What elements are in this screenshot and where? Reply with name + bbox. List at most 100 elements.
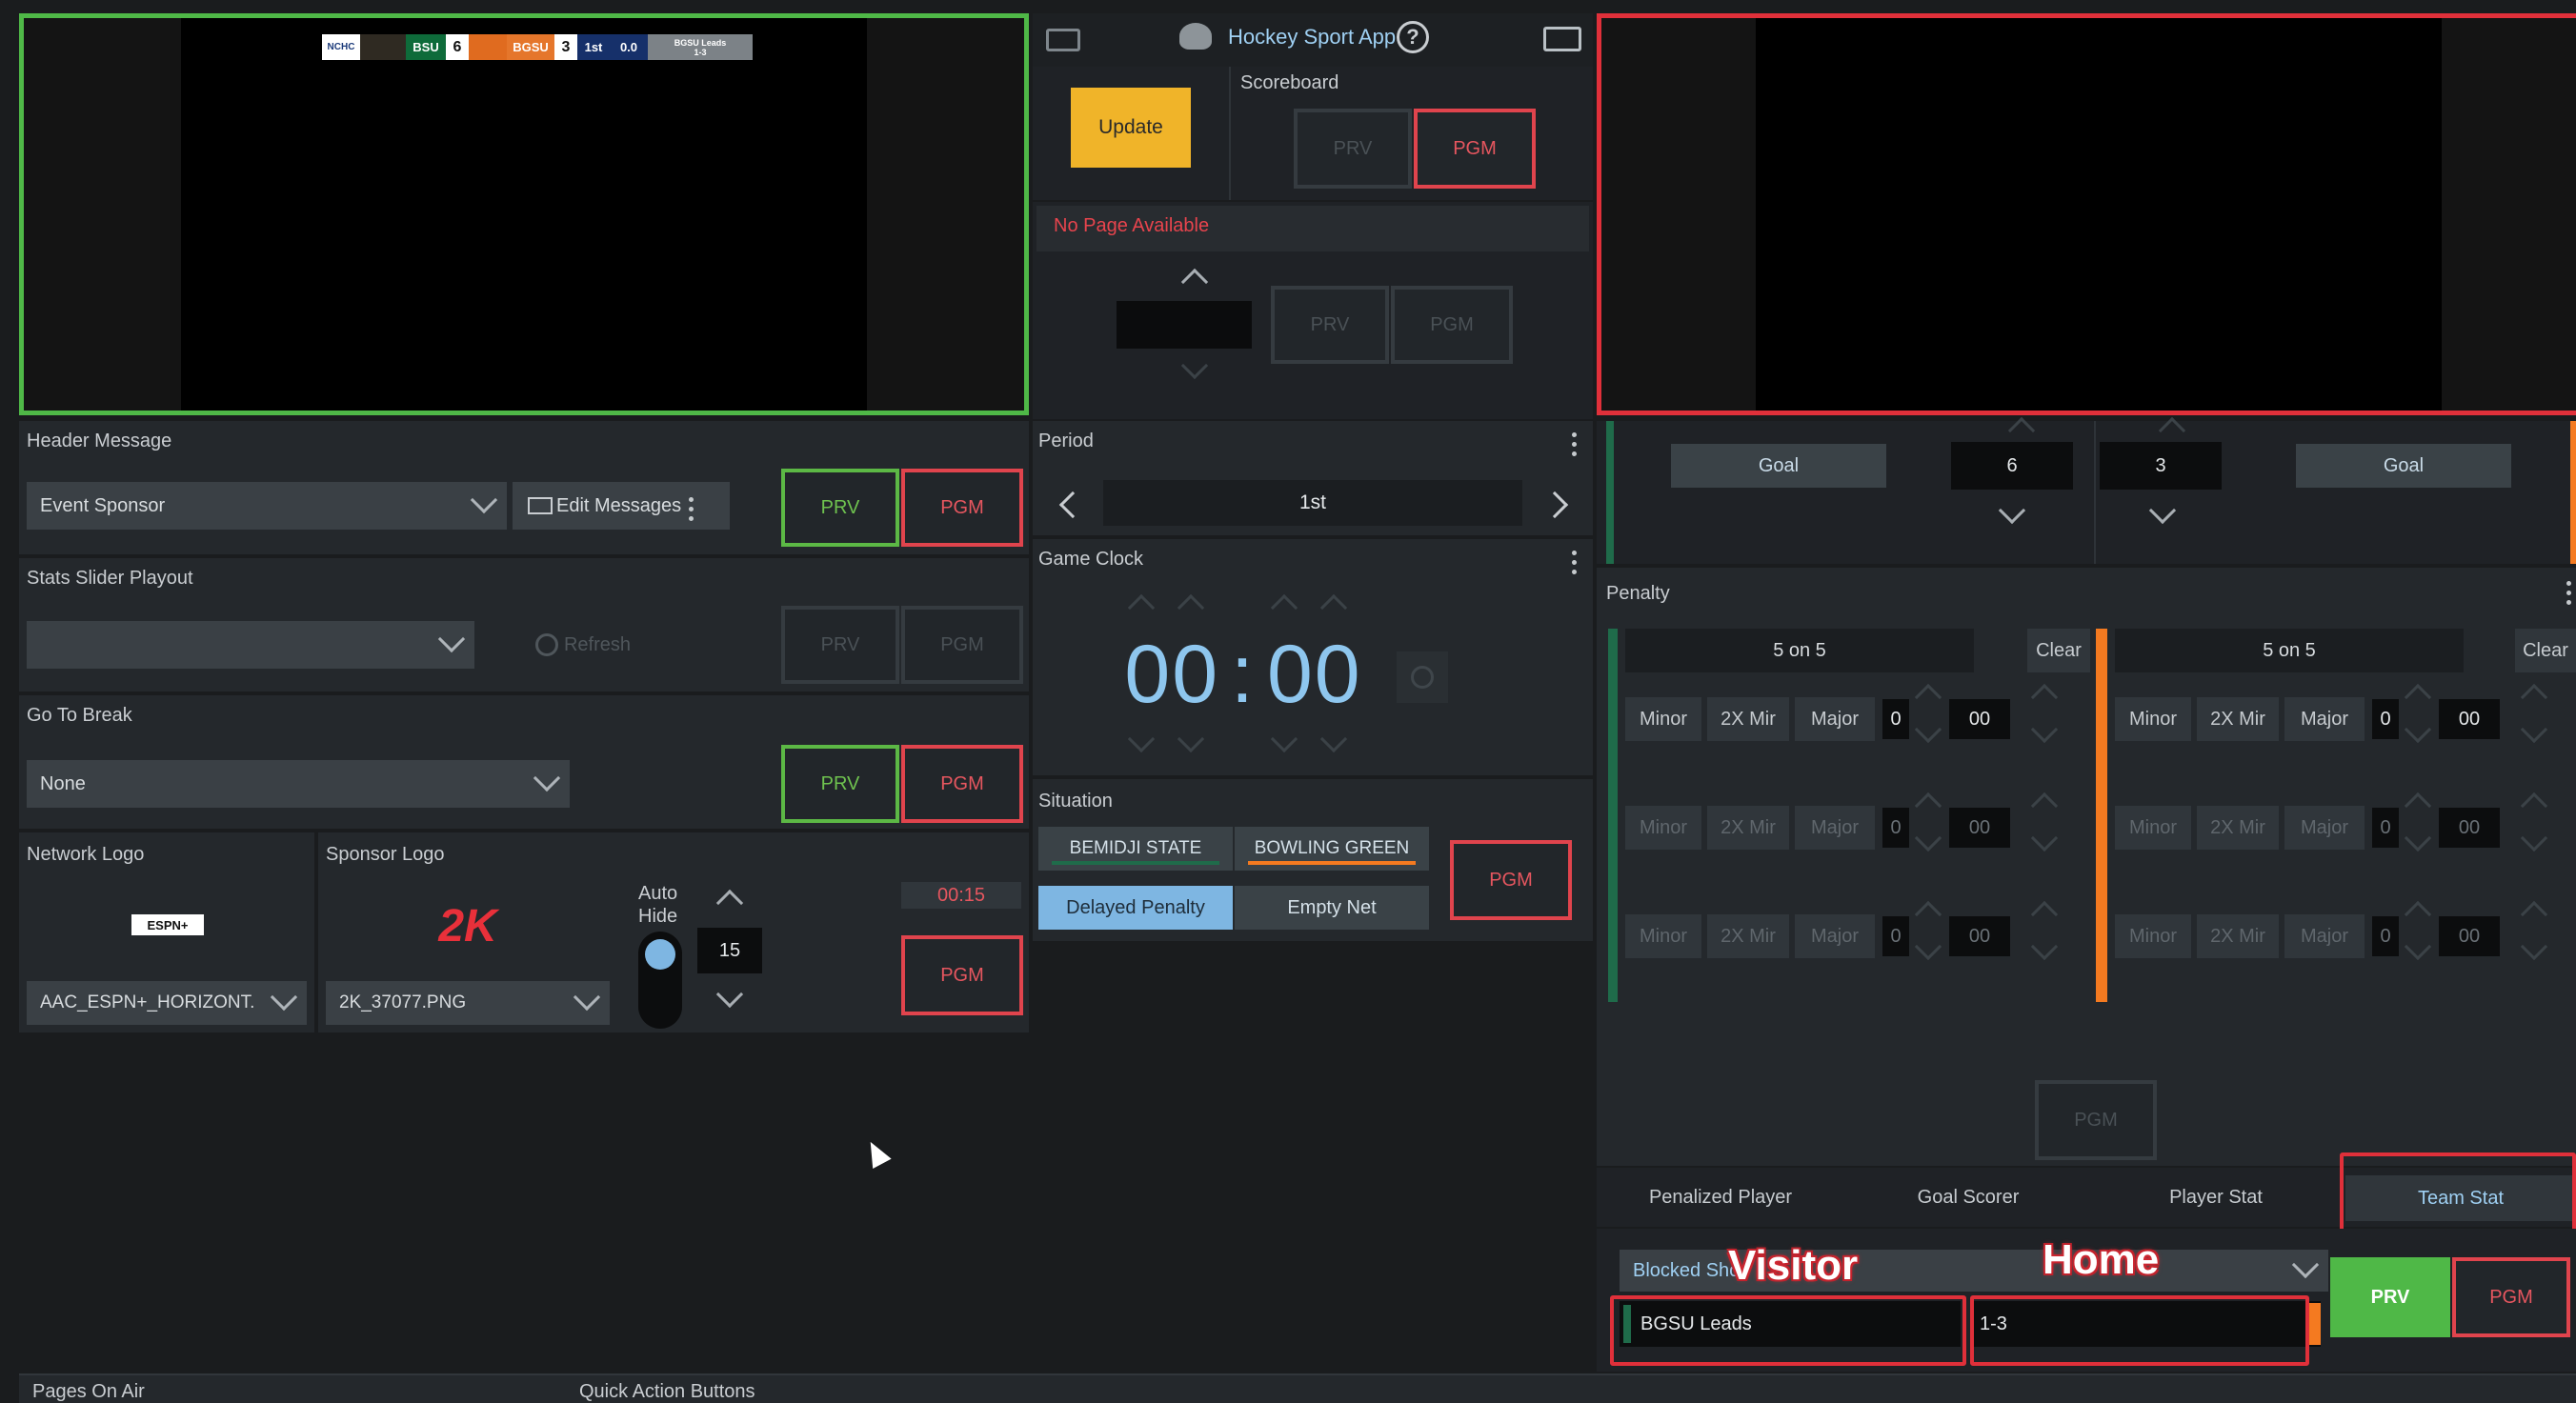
update-button[interactable]: Update — [1071, 88, 1191, 168]
visitor-2x-minor-button[interactable]: 2X Mir — [1707, 914, 1789, 958]
home-time-up-icon[interactable] — [2520, 792, 2548, 820]
page-pgm-button[interactable]: PGM — [1391, 286, 1513, 364]
visitor-score-down-icon[interactable] — [1998, 496, 2026, 525]
visitor-penalty-time[interactable]: 00 — [1949, 699, 2010, 739]
situation-pgm-button[interactable]: PGM — [1450, 840, 1572, 920]
home-time-up-icon[interactable] — [2520, 683, 2548, 712]
visitor-penalty-count[interactable]: 0 — [1882, 808, 1909, 848]
header-message-pgm-button[interactable]: PGM — [901, 469, 1023, 547]
visitor-time-down-icon[interactable] — [2030, 932, 2059, 961]
stats-slider-prv-button[interactable]: PRV — [781, 606, 899, 684]
visitor-count-down-icon[interactable] — [1914, 824, 1942, 852]
min-tens-down-icon[interactable] — [1127, 725, 1156, 753]
scoreboard-prv-button[interactable]: PRV — [1294, 109, 1412, 189]
penalty-pgm-button[interactable]: PGM — [2035, 1080, 2157, 1160]
home-count-down-icon[interactable] — [2404, 715, 2432, 744]
home-time-down-icon[interactable] — [2520, 824, 2548, 852]
visitor-minor-button[interactable]: Minor — [1625, 914, 1701, 958]
min-tens-up-icon[interactable] — [1127, 593, 1156, 622]
min-ones-down-icon[interactable] — [1177, 725, 1205, 753]
visitor-count-up-icon[interactable] — [1914, 792, 1942, 820]
visitor-score-up-icon[interactable] — [2007, 416, 2036, 445]
period-next-icon[interactable] — [1540, 491, 1569, 519]
team-stat-pgm-button[interactable]: PGM — [2452, 1257, 2570, 1337]
home-time-down-icon[interactable] — [2520, 932, 2548, 961]
home-2x-minor-button[interactable]: 2X Mir — [2197, 914, 2279, 958]
visitor-goal-button[interactable]: Goal — [1671, 444, 1886, 488]
page-up-icon[interactable] — [1180, 268, 1209, 296]
visitor-count-down-icon[interactable] — [1914, 932, 1942, 961]
home-penalty-time[interactable]: 00 — [2439, 916, 2500, 956]
home-2x-minor-button[interactable]: 2X Mir — [2197, 806, 2279, 850]
home-penalty-count[interactable]: 0 — [2372, 916, 2399, 956]
go-to-break-select[interactable]: None — [27, 760, 570, 808]
visitor-penalty-time[interactable]: 00 — [1949, 808, 2010, 848]
visitor-minor-button[interactable]: Minor — [1625, 697, 1701, 741]
visitor-count-up-icon[interactable] — [1914, 683, 1942, 712]
visitor-2x-minor-button[interactable]: 2X Mir — [1707, 697, 1789, 741]
visitor-score-value[interactable]: 6 — [1951, 442, 2073, 490]
tab-goal-scorer[interactable]: Goal Scorer — [1844, 1168, 2092, 1227]
min-ones-up-icon[interactable] — [1177, 593, 1205, 622]
visitor-penalty-count[interactable]: 0 — [1882, 699, 1909, 739]
home-minor-button[interactable]: Minor — [2115, 806, 2191, 850]
auto-hide-value[interactable]: 15 — [697, 928, 762, 973]
sponsor-logo-pgm-button[interactable]: PGM — [901, 935, 1023, 1015]
home-major-button[interactable]: Major — [2284, 697, 2365, 741]
more-options-icon[interactable] — [689, 497, 694, 526]
home-count-up-icon[interactable] — [2404, 683, 2432, 712]
tab-penalized-player[interactable]: Penalized Player — [1597, 1168, 1844, 1227]
sponsor-logo-select[interactable]: 2K_37077.PNG — [326, 981, 610, 1025]
header-message-prv-button[interactable]: PRV — [781, 469, 899, 547]
visitor-time-up-icon[interactable] — [2030, 900, 2059, 929]
visitor-time-up-icon[interactable] — [2030, 683, 2059, 712]
refresh-button[interactable]: Refresh — [516, 621, 650, 669]
stats-slider-select[interactable] — [27, 621, 474, 669]
page-number-field[interactable] — [1117, 301, 1252, 349]
tab-player-stat[interactable]: Player Stat — [2092, 1168, 2340, 1227]
home-major-button[interactable]: Major — [2284, 914, 2365, 958]
visitor-count-up-icon[interactable] — [1914, 900, 1942, 929]
go-to-break-prv-button[interactable]: PRV — [781, 745, 899, 823]
team-stat-select[interactable]: Blocked Sho — [1620, 1250, 2328, 1292]
penalty-more-icon[interactable] — [2566, 581, 2572, 610]
network-logo-select[interactable]: AAC_ESPN+_HORIZONT. — [27, 981, 307, 1025]
scoreboard-pgm-button[interactable]: PGM — [1414, 109, 1536, 189]
home-goal-button[interactable]: Goal — [2296, 444, 2511, 488]
home-major-button[interactable]: Major — [2284, 806, 2365, 850]
page-down-icon[interactable] — [1180, 351, 1209, 380]
game-clock-more-icon[interactable] — [1572, 551, 1578, 579]
visitor-count-down-icon[interactable] — [1914, 715, 1942, 744]
visitor-clear-button[interactable]: Clear — [2027, 629, 2090, 672]
home-count-up-icon[interactable] — [2404, 792, 2432, 820]
sec-tens-down-icon[interactable] — [1270, 725, 1298, 753]
visitor-time-down-icon[interactable] — [2030, 715, 2059, 744]
home-penalty-count[interactable]: 0 — [2372, 808, 2399, 848]
visitor-2x-minor-button[interactable]: 2X Mir — [1707, 806, 1789, 850]
home-count-up-icon[interactable] — [2404, 900, 2432, 929]
visitor-major-button[interactable]: Major — [1795, 914, 1875, 958]
home-time-down-icon[interactable] — [2520, 715, 2548, 744]
sec-ones-down-icon[interactable] — [1319, 725, 1348, 753]
situation-home-button[interactable]: BOWLING GREEN — [1235, 827, 1429, 871]
home-minor-button[interactable]: Minor — [2115, 697, 2191, 741]
home-penalty-count[interactable]: 0 — [2372, 699, 2399, 739]
go-to-break-pgm-button[interactable]: PGM — [901, 745, 1023, 823]
visitor-penalty-time[interactable]: 00 — [1949, 916, 2010, 956]
home-minor-button[interactable]: Minor — [2115, 914, 2191, 958]
home-score-up-icon[interactable] — [2158, 416, 2186, 445]
clock-reset-icon[interactable] — [1397, 651, 1448, 703]
home-clear-button[interactable]: Clear — [2515, 629, 2576, 672]
visitor-time-down-icon[interactable] — [2030, 824, 2059, 852]
situation-visitor-button[interactable]: BEMIDJI STATE — [1038, 827, 1233, 871]
visitor-time-up-icon[interactable] — [2030, 792, 2059, 820]
quick-actions-label[interactable]: Quick Action Buttons — [579, 1381, 755, 1403]
home-count-down-icon[interactable] — [2404, 824, 2432, 852]
visitor-major-button[interactable]: Major — [1795, 806, 1875, 850]
home-2x-minor-button[interactable]: 2X Mir — [2197, 697, 2279, 741]
auto-hide-down-icon[interactable] — [715, 980, 744, 1009]
period-prev-icon[interactable] — [1058, 491, 1087, 519]
delayed-penalty-button[interactable]: Delayed Penalty — [1038, 886, 1233, 930]
empty-net-button[interactable]: Empty Net — [1235, 886, 1429, 930]
home-penalty-time[interactable]: 00 — [2439, 808, 2500, 848]
